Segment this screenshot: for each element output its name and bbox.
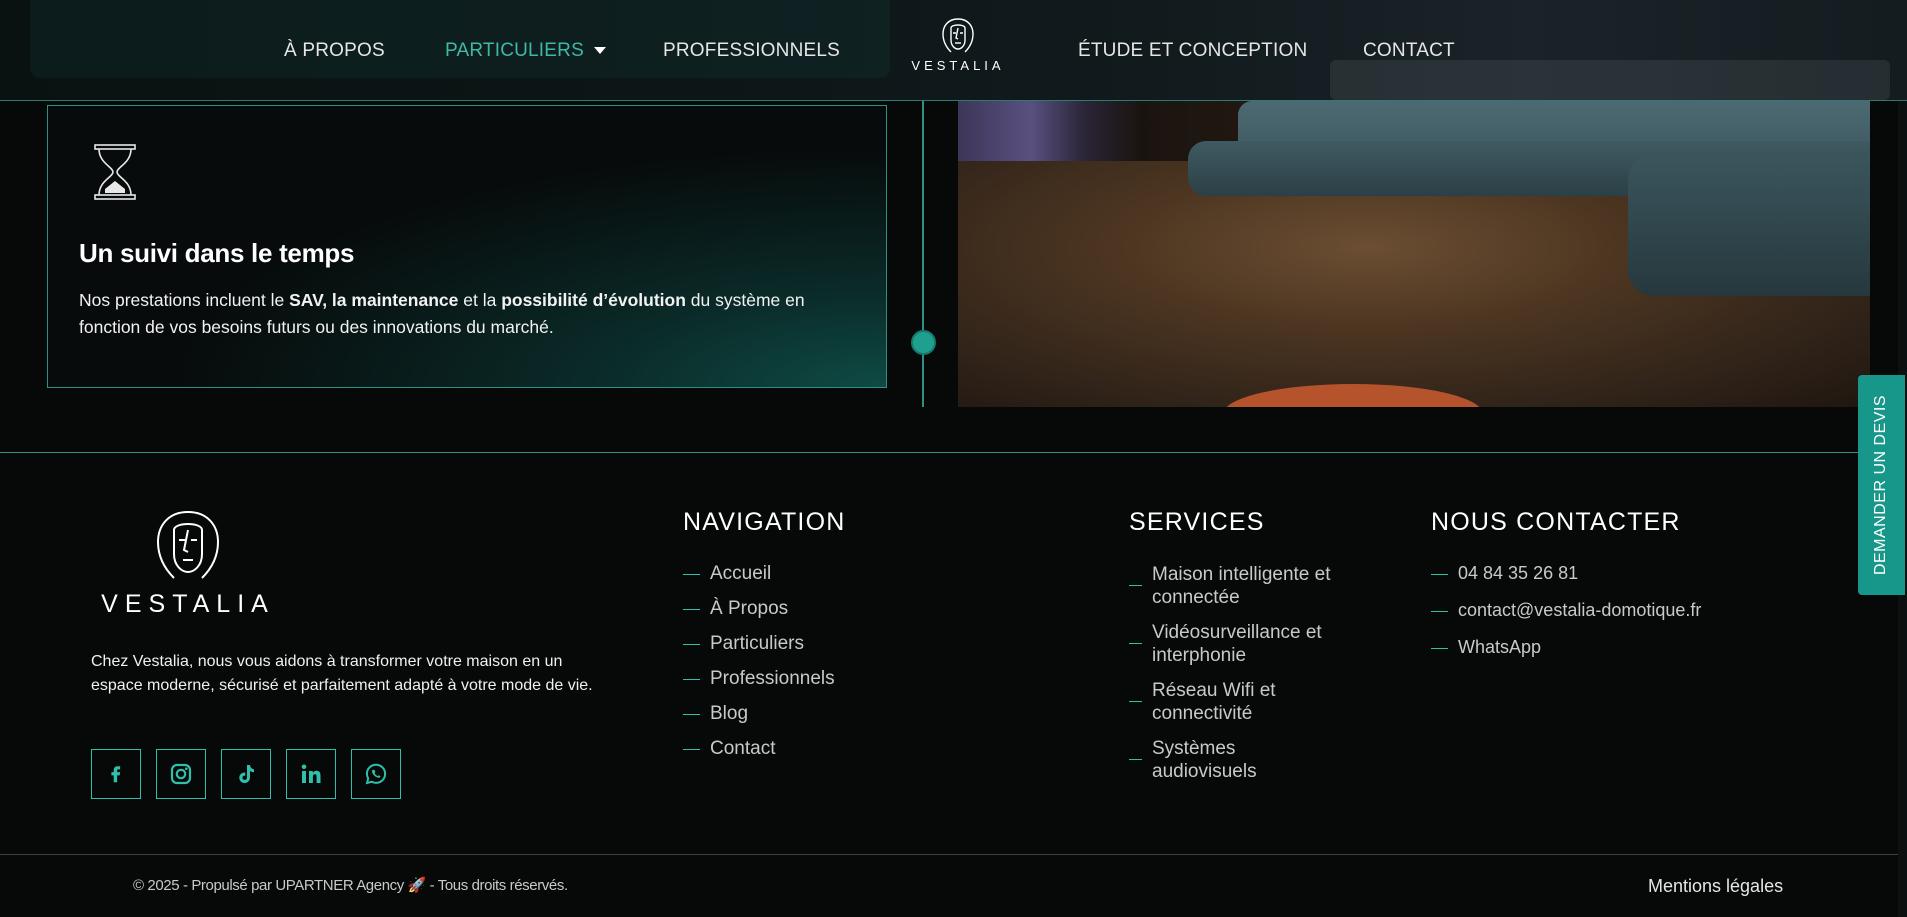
timeline-line: [922, 101, 924, 407]
social-links: [91, 749, 401, 799]
timeline-dot: [911, 330, 936, 355]
tiktok-icon: [239, 765, 254, 783]
footer-service-link[interactable]: Vidéosurveillance et interphonie: [1129, 621, 1331, 679]
header-logo-text: VESTALIA: [911, 58, 1005, 73]
footer-nav-link-particuliers[interactable]: Particuliers: [683, 633, 835, 668]
footer-logo[interactable]: VESTALIA: [90, 508, 286, 619]
header-background-blur: [30, 0, 890, 78]
footer-contact-list: 04 84 35 26 81 contact@vestalia-domotiqu…: [1431, 563, 1701, 674]
feature-card-text: Nos prestations incluent le SAV, la main…: [79, 290, 805, 337]
social-linkedin[interactable]: [286, 749, 336, 799]
social-tiktok[interactable]: [221, 749, 271, 799]
footer-contact-title: NOUS CONTACTER: [1431, 508, 1681, 536]
footer-service-link[interactable]: Réseau Wifi et connectivité: [1129, 679, 1331, 737]
social-instagram[interactable]: [156, 749, 206, 799]
nav-a-propos[interactable]: À PROPOS: [284, 40, 385, 62]
site-header: À PROPOS PARTICULIERS PROFESSIONNELS VES…: [0, 0, 1907, 101]
nav-contact[interactable]: CONTACT: [1363, 40, 1455, 62]
header-logo[interactable]: VESTALIA: [905, 16, 1011, 78]
footer-navigation-title: NAVIGATION: [683, 508, 846, 536]
footer-services-list: Maison intelligente et connectée Vidéosur…: [1129, 563, 1331, 795]
facebook-icon: [111, 766, 121, 783]
hourglass-icon: [94, 144, 136, 200]
footer-nav-link-a-propos[interactable]: À Propos: [683, 598, 835, 633]
feature-card: Un suivi dans le temps Nos prestations i…: [47, 105, 887, 388]
request-quote-label: DEMANDER UN DEVIS: [1872, 394, 1890, 576]
footer-divider: [0, 452, 1907, 453]
footer-service-link[interactable]: Systèmes audiovisuels: [1129, 737, 1331, 795]
footer-contact-email[interactable]: contact@vestalia-domotique.fr: [1431, 600, 1701, 637]
footer-nav-link-accueil[interactable]: Accueil: [683, 563, 835, 598]
header-background-blur-right: [1330, 60, 1890, 100]
home-cinema-photo: [958, 101, 1870, 407]
vestalia-face-icon: [942, 18, 974, 53]
footer-service-link[interactable]: Maison intelligente et connectée: [1129, 563, 1331, 621]
linkedin-icon: [301, 764, 321, 783]
footer-contact-phone[interactable]: 04 84 35 26 81: [1431, 563, 1701, 600]
footer-logo-text: VESTALIA: [101, 590, 275, 618]
instagram-icon: [170, 763, 192, 785]
footer-nav-link-contact[interactable]: Contact: [683, 738, 835, 773]
footer-nav-link-blog[interactable]: Blog: [683, 703, 835, 738]
footer-contact-whatsapp[interactable]: WhatsApp: [1431, 637, 1701, 674]
vestalia-face-icon: [156, 511, 220, 579]
social-facebook[interactable]: [91, 749, 141, 799]
nav-etude-et-conception[interactable]: ÉTUDE ET CONCEPTION: [1078, 40, 1307, 62]
footer-services-title: SERVICES: [1129, 508, 1265, 536]
nav-particuliers-label: PARTICULIERS: [445, 40, 584, 61]
legal-notice-link[interactable]: Mentions légales: [1648, 876, 1783, 897]
footer-bottom-divider: [0, 854, 1907, 855]
copyright-text: © 2025 - Propulsé par UPARTNER Agency 🚀 …: [133, 877, 568, 894]
footer-navigation-list: Accueil À Propos Particuliers Profession…: [683, 563, 835, 773]
social-whatsapp[interactable]: [351, 749, 401, 799]
caret-down-icon: [593, 47, 606, 55]
feature-card-title: Un suivi dans le temps: [79, 238, 355, 268]
footer-nav-link-professionnels[interactable]: Professionnels: [683, 668, 835, 703]
request-quote-button[interactable]: DEMANDER UN DEVIS: [1858, 375, 1905, 595]
whatsapp-icon: [365, 763, 387, 785]
footer-about-text: Chez Vestalia, nous vous aidons à transf…: [91, 653, 593, 694]
nav-professionnels[interactable]: PROFESSIONNELS: [663, 40, 840, 62]
nav-particuliers[interactable]: PARTICULIERS: [445, 40, 606, 62]
